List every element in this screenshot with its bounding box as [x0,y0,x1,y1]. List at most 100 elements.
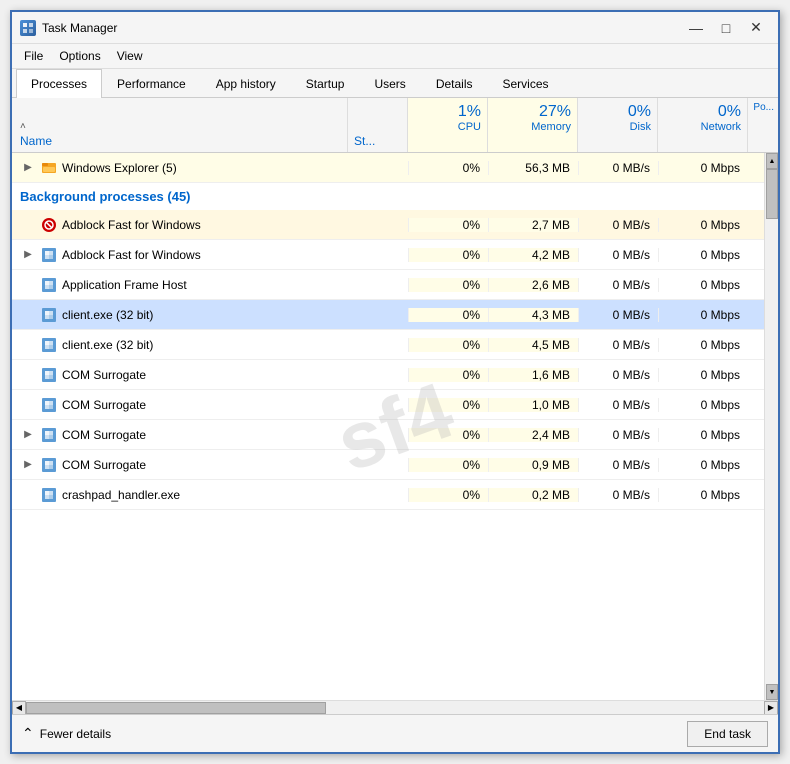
expand-icon[interactable]: ▶ [20,162,36,173]
row-network-value: 0 Mbps [658,308,748,322]
content-area: ˄ Name St... 1% CPU 27% Memory 0% Disk 0… [12,98,778,714]
scroll-left-btn[interactable]: ◀ [12,701,26,715]
app-icon-3 [42,308,56,322]
scroll-down-btn[interactable]: ▼ [766,684,778,700]
table-row[interactable]: COM Surrogate 0% 1,6 MB 0 MB/s 0 Mbps [12,360,778,390]
row-network-value: 0 Mbps [658,488,748,502]
menu-options[interactable]: Options [51,46,108,66]
col-memory-header[interactable]: 27% Memory [488,98,578,152]
row-network-value: 0 Mbps [658,278,748,292]
col-name-header[interactable]: ˄ Name [12,98,348,152]
cpu-pct: 1% [458,102,481,121]
row-network-value: 0 Mbps [658,428,748,442]
scroll-up-btn[interactable]: ▲ [766,153,778,169]
row-memory-value: 2,7 MB [488,218,578,232]
app-icon-1 [42,248,56,262]
app-icon [20,20,36,36]
row-disk-value: 0 MB/s [578,428,658,442]
row-process-name: Adblock Fast for Windows [12,218,348,232]
table-row[interactable]: ▶ Windows Explorer (5) 0% 56,3 MB 0 MB/s… [12,153,778,183]
window-controls: — □ ✕ [682,18,770,38]
row-cpu-value: 0% [408,398,488,412]
scrollbar-thumb[interactable] [766,169,778,219]
scrollbar-track[interactable]: ▲ ▼ [764,153,778,700]
window-title: Task Manager [42,21,117,35]
fewer-details-button[interactable]: ⌃ Fewer details [22,725,111,742]
expand-icon[interactable]: ▶ [20,459,36,470]
disk-pct: 0% [628,102,651,121]
row-cpu-value: 0% [408,308,488,322]
row-cpu-value: 0% [408,338,488,352]
table-row[interactable]: ▶ COM Surrogate 0% 2,4 MB 0 MB/s 0 Mbps [12,420,778,450]
tab-details[interactable]: Details [421,69,488,98]
cpu-col-label: CPU [458,121,481,133]
table-row[interactable]: COM Surrogate 0% 1,0 MB 0 MB/s 0 Mbps [12,390,778,420]
row-network-value: 0 Mbps [658,368,748,382]
network-col-label: Network [701,121,741,133]
row-cpu-value: 0% [408,218,488,232]
row-memory-value: 0,2 MB [488,488,578,502]
app-icon-2 [42,278,56,292]
row-disk-value: 0 MB/s [578,308,658,322]
tab-app-history[interactable]: App history [201,69,291,98]
row-cpu-value: 0% [408,368,488,382]
table-row[interactable]: client.exe (32 bit) 0% 4,3 MB 0 MB/s 0 M… [12,300,778,330]
row-network: 0 Mbps [658,161,748,175]
row-cpu-value: 0% [408,488,488,502]
table-row[interactable]: client.exe (32 bit) 0% 4,5 MB 0 MB/s 0 M… [12,330,778,360]
process-name-text: COM Surrogate [62,398,146,412]
table-row[interactable]: crashpad_handler.exe 0% 0,2 MB 0 MB/s 0 … [12,480,778,510]
app-icon-5 [42,368,56,382]
name-col-label: Name [20,134,339,148]
row-cpu-value: 0% [408,278,488,292]
end-task-button[interactable]: End task [687,721,768,747]
tab-startup[interactable]: Startup [291,69,360,98]
scroll-right-btn[interactable]: ▶ [764,701,778,715]
horizontal-scrollbar[interactable]: ◀ ▶ [12,700,778,714]
col-disk-header[interactable]: 0% Disk [578,98,658,152]
row-memory-value: 4,5 MB [488,338,578,352]
app-icon-9 [42,488,56,502]
column-headers: ˄ Name St... 1% CPU 27% Memory 0% Disk 0… [12,98,778,153]
network-pct: 0% [718,102,741,121]
table-row[interactable]: Adblock Fast for Windows 0% 2,7 MB 0 MB/… [12,210,778,240]
tab-performance[interactable]: Performance [102,69,201,98]
row-network-value: 0 Mbps [658,338,748,352]
app-icon-6 [42,398,56,412]
row-network-value: 0 Mbps [658,248,748,262]
table-row[interactable]: ▶ COM Surrogate 0% 0,9 MB 0 MB/s 0 Mbps [12,450,778,480]
tab-services[interactable]: Services [488,69,564,98]
row-disk-value: 0 MB/s [578,488,658,502]
process-list[interactable]: sf4 ▶ Windows Explorer (5) 0% [12,153,778,700]
col-power-header[interactable]: Po... [748,98,778,152]
close-button[interactable]: ✕ [742,18,770,38]
bottom-bar: ⌃ Fewer details End task [12,714,778,752]
menu-file[interactable]: File [16,46,51,66]
memory-pct: 27% [539,102,571,121]
tab-users[interactable]: Users [359,69,420,98]
row-process-name: COM Surrogate [12,398,348,412]
process-name-text: Application Frame Host [62,278,187,292]
process-name-text: Adblock Fast for Windows [62,218,201,232]
row-process-name: client.exe (32 bit) [12,308,348,322]
table-row[interactable]: Application Frame Host 0% 2,6 MB 0 MB/s … [12,270,778,300]
row-cpu-value: 0% [408,458,488,472]
col-network-header[interactable]: 0% Network [658,98,748,152]
table-row[interactable]: ▶ Adblock Fast for Windows 0% 4,2 MB 0 M… [12,240,778,270]
maximize-button[interactable]: □ [712,18,740,38]
row-memory-value: 0,9 MB [488,458,578,472]
col-status-header[interactable]: St... [348,98,408,152]
col-cpu-header[interactable]: 1% CPU [408,98,488,152]
h-scrollbar-thumb[interactable] [26,702,326,714]
process-name-text: COM Surrogate [62,428,146,442]
menu-view[interactable]: View [109,46,151,66]
row-cpu-value: 0% [408,248,488,262]
tab-processes[interactable]: Processes [16,69,102,98]
minimize-button[interactable]: — [682,18,710,38]
expand-icon[interactable]: ▶ [20,429,36,440]
expand-icon[interactable]: ▶ [20,249,36,260]
row-process-name: Application Frame Host [12,278,348,292]
process-name-text: COM Surrogate [62,458,146,472]
row-process-name: ▶ COM Surrogate [12,428,348,442]
row-disk-value: 0 MB/s [578,368,658,382]
